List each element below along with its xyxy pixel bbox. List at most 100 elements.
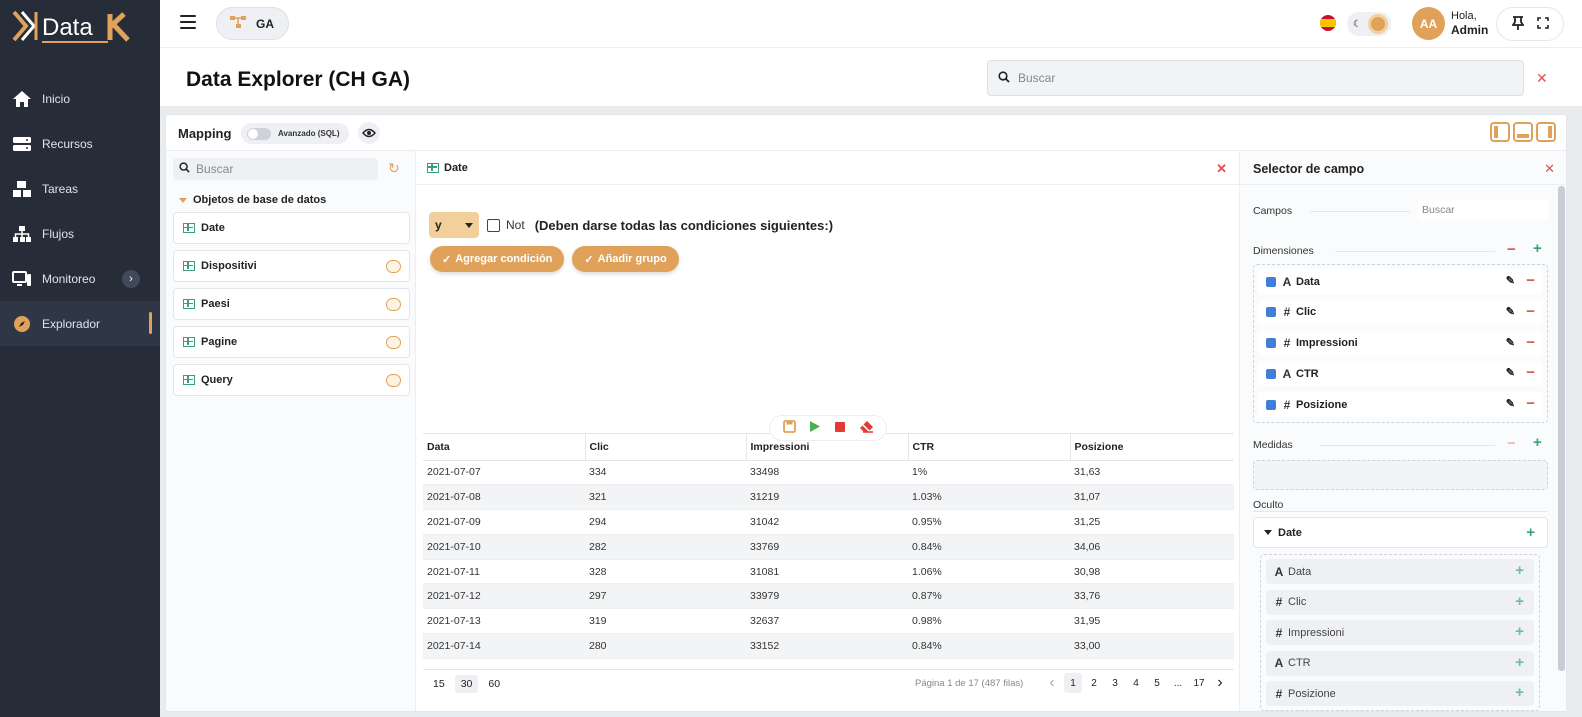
remove-field-icon[interactable]: − xyxy=(1526,303,1535,320)
dimension-item-posizione[interactable]: # Posizione ✎ − xyxy=(1258,392,1543,418)
visibility-badge-icon[interactable] xyxy=(386,336,401,349)
objects-search-input[interactable]: Buscar xyxy=(173,158,378,180)
table-row[interactable]: 2021-07-12 297 33979 0.87% 33,76 xyxy=(423,583,1234,610)
add-field-icon[interactable]: + xyxy=(1515,684,1524,701)
pen-icon[interactable]: ✎ xyxy=(1506,397,1515,410)
layout-right-panel-icon[interactable] xyxy=(1536,122,1556,142)
remove-field-icon[interactable]: − xyxy=(1526,364,1535,381)
add-field-icon[interactable]: + xyxy=(1515,654,1524,671)
sidebar-item-flujos[interactable]: Flujos xyxy=(0,211,160,256)
pen-icon[interactable]: ✎ xyxy=(1506,274,1515,287)
layout-left-panel-icon[interactable] xyxy=(1490,122,1510,142)
page-number[interactable]: 5 xyxy=(1148,673,1166,693)
theme-toggle[interactable]: ☾ xyxy=(1347,12,1391,36)
hidden-field-data[interactable]: A Data + xyxy=(1266,559,1534,584)
project-selector[interactable]: GA xyxy=(216,7,289,40)
dimension-item-clic[interactable]: # Clic ✎ − xyxy=(1258,299,1543,325)
column-header[interactable]: Posizione xyxy=(1070,434,1234,461)
table-row[interactable]: 2021-07-11 328 31081 1.06% 30,98 xyxy=(423,559,1234,585)
hidden-field-clic[interactable]: # Clic + xyxy=(1266,589,1534,615)
fullscreen-icon[interactable] xyxy=(1536,16,1549,32)
save-icon[interactable] xyxy=(782,420,796,436)
pen-icon[interactable]: ✎ xyxy=(1506,366,1515,379)
add-group-icon[interactable]: + xyxy=(1526,524,1535,541)
sidebar-item-monitoreo[interactable]: Monitoreo › xyxy=(0,256,160,301)
next-page-icon[interactable]: › xyxy=(1211,673,1229,693)
visibility-badge-icon[interactable] xyxy=(386,374,401,387)
remove-measure-icon[interactable]: − xyxy=(1507,435,1516,452)
remove-dimension-icon[interactable]: − xyxy=(1507,241,1516,258)
hidden-field-ctr[interactable]: A CTR + xyxy=(1266,650,1534,676)
table-row[interactable]: 2021-07-14 280 33152 0.84% 33,00 xyxy=(423,633,1234,659)
object-item-query[interactable]: Query xyxy=(173,364,410,396)
dimension-item-impressioni[interactable]: # Impressioni ✎ − xyxy=(1258,330,1543,356)
hidden-field-impressioni[interactable]: # Impressioni + xyxy=(1266,620,1534,646)
page-size-option-selected[interactable]: 30 xyxy=(454,674,479,693)
page-number[interactable]: 4 xyxy=(1127,673,1145,693)
hidden-field-posizione[interactable]: # Posizione + xyxy=(1266,681,1534,707)
sidebar-item-inicio[interactable]: Inicio xyxy=(0,76,160,121)
stop-icon[interactable] xyxy=(834,421,846,436)
sidebar-item-explorador[interactable]: Explorador xyxy=(0,301,160,346)
column-header[interactable]: Data xyxy=(423,434,586,461)
remove-field-icon[interactable]: − xyxy=(1526,334,1535,351)
close-icon[interactable]: ✕ xyxy=(1544,161,1555,177)
add-measure-icon[interactable]: + xyxy=(1533,434,1542,451)
spain-flag-icon[interactable] xyxy=(1320,15,1336,31)
sidebar-item-tareas[interactable]: Tareas xyxy=(0,166,160,211)
column-header[interactable]: CTR xyxy=(908,434,1071,461)
hidden-group-header[interactable]: Date + xyxy=(1253,517,1548,548)
eraser-icon[interactable] xyxy=(859,420,874,436)
add-field-icon[interactable]: + xyxy=(1515,593,1524,610)
column-header[interactable]: Clic xyxy=(585,434,747,461)
close-icon[interactable]: ✕ xyxy=(1216,161,1227,177)
sidebar-item-recursos[interactable]: Recursos xyxy=(0,121,160,166)
hamburger-menu-icon[interactable] xyxy=(180,15,196,29)
toggle-switch[interactable] xyxy=(247,127,271,140)
remove-field-icon[interactable]: − xyxy=(1526,395,1535,412)
fields-search-input[interactable]: Buscar xyxy=(1418,200,1548,220)
page-number[interactable]: 2 xyxy=(1085,673,1103,693)
dimension-item-data[interactable]: A Data ✎ − xyxy=(1258,269,1543,294)
header-search-input[interactable]: Buscar xyxy=(987,60,1524,96)
page-size-option[interactable]: 15 xyxy=(427,675,451,693)
page-size-option[interactable]: 60 xyxy=(482,675,506,693)
add-dimension-icon[interactable]: + xyxy=(1533,240,1542,257)
layout-bottom-panel-icon[interactable] xyxy=(1513,122,1533,142)
refresh-icon[interactable]: ↻ xyxy=(388,160,400,177)
tree-header[interactable]: Objetos de base de datos xyxy=(179,194,326,206)
datak-logo[interactable]: Data xyxy=(12,6,142,46)
table-row[interactable]: 2021-07-13 319 32637 0.98% 31,95 xyxy=(423,608,1234,635)
visibility-badge-icon[interactable] xyxy=(386,298,401,311)
dimension-item-ctr[interactable]: A CTR ✎ − xyxy=(1258,361,1543,387)
table-row[interactable]: 2021-07-09 294 31042 0.95% 31,25 xyxy=(423,509,1234,535)
add-field-icon[interactable]: + xyxy=(1515,623,1524,640)
table-row[interactable]: 2021-07-10 282 33769 0.84% 34,06 xyxy=(423,534,1234,560)
table-row[interactable]: 2021-07-08 321 31219 1.03% 31,07 xyxy=(423,484,1234,511)
operator-select[interactable]: y xyxy=(429,212,479,238)
visibility-badge-icon[interactable] xyxy=(386,260,401,273)
pin-icon[interactable] xyxy=(1510,15,1525,33)
scrollbar[interactable] xyxy=(1558,186,1565,671)
add-condition-button[interactable]: ✓ Agregar condición xyxy=(430,246,565,272)
object-item-pagine[interactable]: Pagine xyxy=(173,326,410,358)
play-icon[interactable] xyxy=(809,420,821,436)
table-row[interactable]: 2021-07-07 334 33498 1% 31,63 xyxy=(423,460,1234,486)
close-icon[interactable]: ✕ xyxy=(1536,70,1548,87)
page-number[interactable]: 17 xyxy=(1190,673,1208,693)
eye-icon[interactable] xyxy=(358,122,380,144)
not-checkbox[interactable] xyxy=(487,218,500,232)
add-group-button[interactable]: ✓ Añadir grupo xyxy=(572,246,679,272)
prev-page-icon[interactable]: ‹ xyxy=(1043,673,1061,693)
page-number[interactable]: 3 xyxy=(1106,673,1124,693)
remove-field-icon[interactable]: − xyxy=(1526,272,1535,289)
add-field-icon[interactable]: + xyxy=(1515,562,1524,579)
advanced-sql-toggle[interactable]: Avanzado (SQL) xyxy=(241,123,349,144)
avatar[interactable]: AA xyxy=(1412,7,1445,40)
object-item-dispositivi[interactable]: Dispositivi xyxy=(173,250,410,282)
object-item-date[interactable]: Date xyxy=(173,212,410,244)
page-number[interactable]: 1 xyxy=(1064,673,1082,693)
object-item-paesi[interactable]: Paesi xyxy=(173,288,410,320)
pen-icon[interactable]: ✎ xyxy=(1506,305,1515,318)
chevron-right-icon[interactable]: › xyxy=(122,270,140,288)
